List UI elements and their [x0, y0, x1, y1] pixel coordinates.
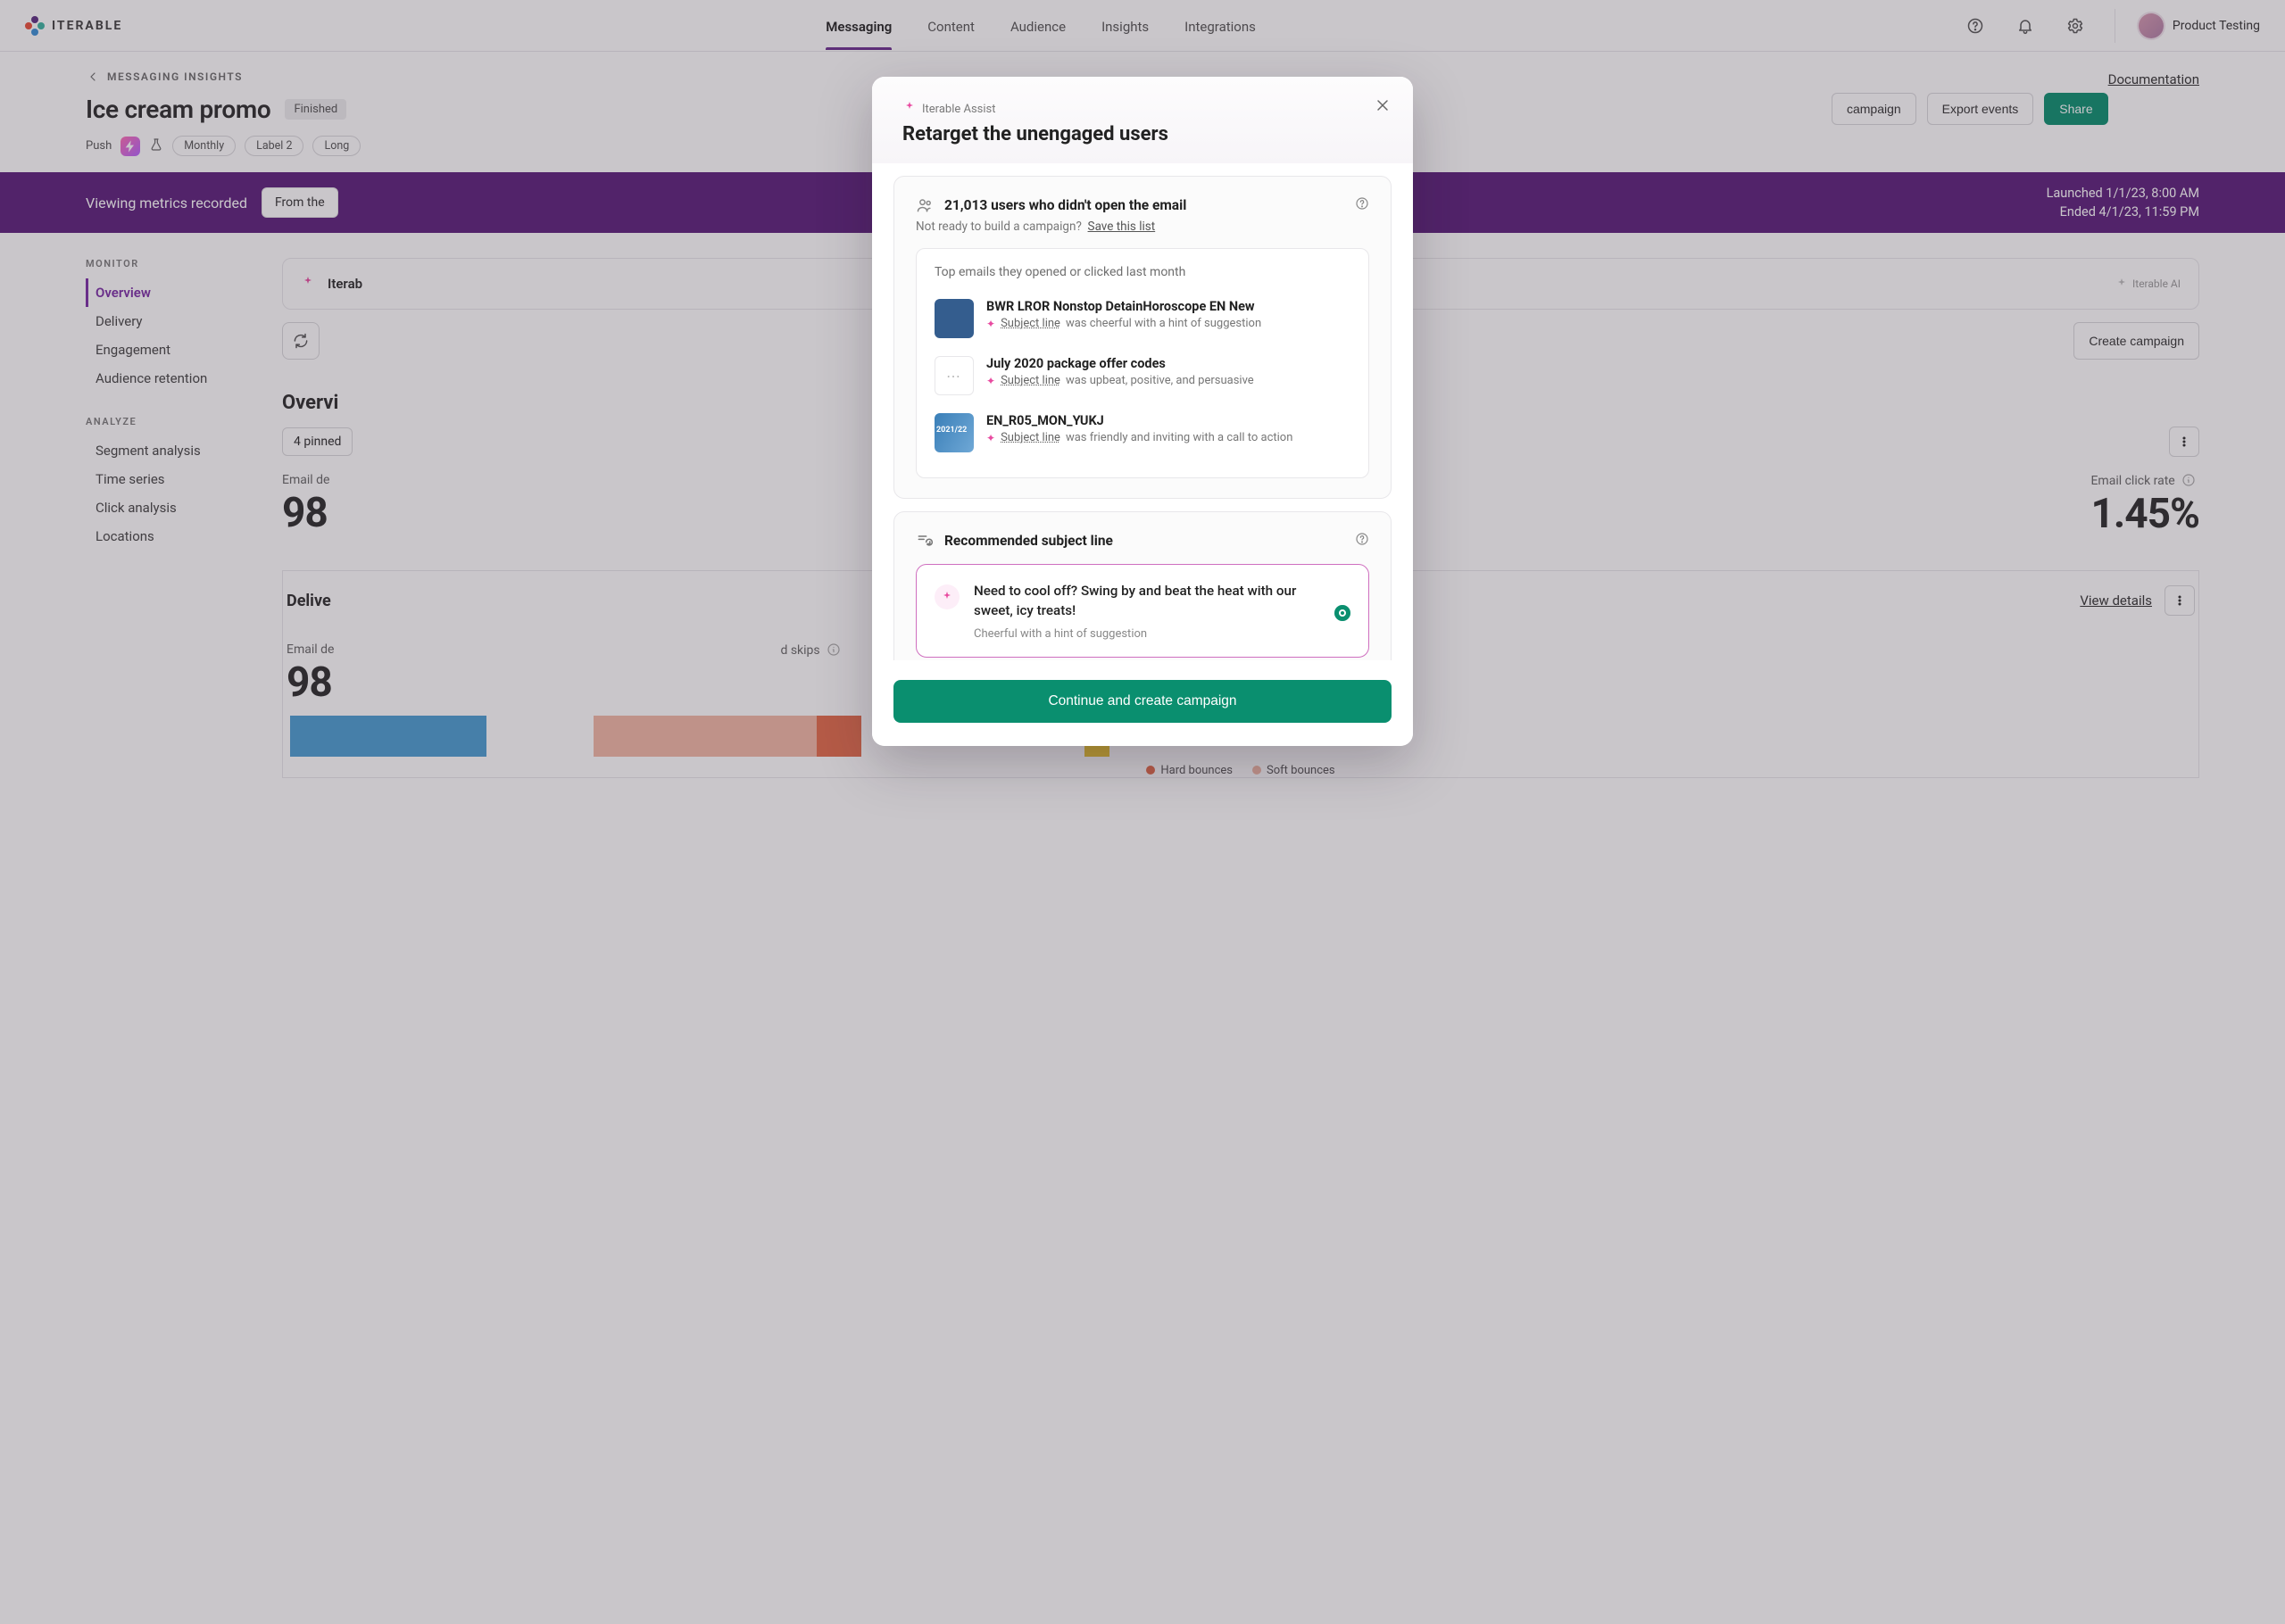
- continue-create-button[interactable]: Continue and create campaign: [893, 680, 1392, 723]
- modal-title: Retarget the unengaged users: [902, 123, 1383, 145]
- sparkle-icon: ✦: [986, 318, 995, 330]
- subject-line-label: Subject line: [1001, 374, 1060, 387]
- email-tone: was cheerful with a hint of suggestion: [1066, 317, 1261, 330]
- email-item[interactable]: EN_R05_MON_YUKJ ✦ Subject line was frien…: [935, 404, 1350, 461]
- top-emails-card: Top emails they opened or clicked last m…: [916, 248, 1369, 478]
- email-thumb: [935, 299, 974, 338]
- users-icon: [916, 196, 934, 214]
- reco-heading: Recommended subject line: [944, 533, 1113, 549]
- reco-text: Need to cool off? Swing by and beat the …: [974, 581, 1320, 620]
- sparkle-icon: ✦: [986, 375, 995, 387]
- audience-card: 21,013 users who didn't open the email N…: [893, 176, 1392, 499]
- email-title: BWR LROR Nonstop DetainHoroscope EN New: [986, 299, 1261, 314]
- subject-line-label: Subject line: [1001, 431, 1060, 444]
- help-icon[interactable]: [1355, 196, 1369, 214]
- reco-card-container: Recommended subject line Need to cool of…: [893, 511, 1392, 660]
- retarget-modal: Iterable Assist Retarget the unengaged u…: [872, 77, 1413, 746]
- email-item[interactable]: BWR LROR Nonstop DetainHoroscope EN New …: [935, 290, 1350, 347]
- email-title: July 2020 package offer codes: [986, 356, 1254, 371]
- modal-scrim[interactable]: Iterable Assist Retarget the unengaged u…: [0, 0, 2285, 1624]
- subject-line-label: Subject line: [1001, 317, 1060, 330]
- help-icon[interactable]: [1355, 532, 1369, 550]
- email-thumb: [935, 413, 974, 452]
- modal-header: Iterable Assist Retarget the unengaged u…: [872, 77, 1413, 163]
- email-tone: was upbeat, positive, and persuasive: [1066, 374, 1254, 387]
- radio-selected-icon[interactable]: [1334, 605, 1350, 621]
- email-item[interactable]: ⋯ July 2020 package offer codes ✦ Subjec…: [935, 347, 1350, 404]
- modal-eyebrow: Iterable Assist: [902, 100, 1383, 118]
- audience-sub: Not ready to build a campaign? Save this…: [916, 220, 1369, 234]
- sparkle-icon: [935, 584, 960, 609]
- sparkle-icon: [902, 100, 917, 118]
- reco-tone: Cheerful with a hint of suggestion: [974, 627, 1320, 641]
- email-tone: was friendly and inviting with a call to…: [1066, 431, 1292, 444]
- close-icon[interactable]: [1370, 93, 1395, 118]
- text-refresh-icon: [916, 532, 934, 550]
- reco-option-selected[interactable]: Need to cool off? Swing by and beat the …: [916, 564, 1369, 658]
- modal-body: 21,013 users who didn't open the email N…: [872, 163, 1413, 660]
- email-title: EN_R05_MON_YUKJ: [986, 413, 1292, 428]
- sparkle-icon: ✦: [986, 432, 995, 444]
- top-emails-hint: Top emails they opened or clicked last m…: [935, 265, 1350, 279]
- modal-footer: Continue and create campaign: [872, 660, 1413, 746]
- audience-heading: 21,013 users who didn't open the email: [944, 197, 1186, 213]
- email-thumb: ⋯: [935, 356, 974, 395]
- save-list-link[interactable]: Save this list: [1088, 220, 1156, 234]
